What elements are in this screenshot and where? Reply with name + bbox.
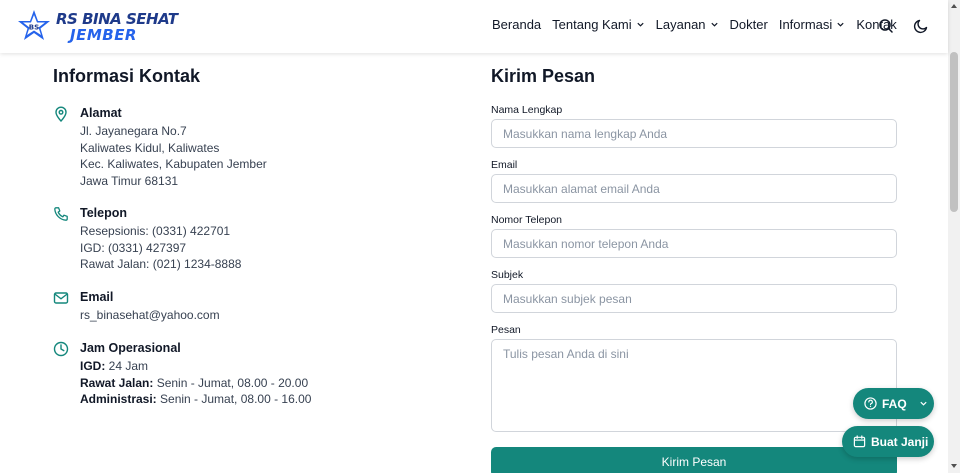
contact-info-title: Informasi Kontak	[53, 66, 201, 86]
email-field-label: Email	[491, 159, 518, 171]
chevron-down-icon	[710, 22, 718, 27]
mail-icon	[53, 292, 69, 304]
chevron-down-icon	[837, 22, 844, 27]
phone-label: Telepon	[80, 206, 127, 220]
page-scrollbar[interactable]	[948, 0, 960, 473]
hours-label: Jam Operasional	[80, 341, 181, 355]
address-line: Jawa Timur 68131	[80, 173, 179, 188]
name-input[interactable]	[491, 119, 897, 148]
search-icon[interactable]	[878, 18, 894, 34]
phone-input[interactable]	[491, 229, 897, 258]
hours-row: Administrasi: Senin - Jumat, 08.00 - 16.…	[80, 392, 312, 406]
clock-icon	[53, 341, 69, 357]
nav-dokter[interactable]: Dokter	[730, 17, 768, 32]
phone-line[interactable]: Resepsionis: (0331) 422701	[80, 223, 241, 240]
phone-icon	[54, 207, 68, 221]
site-logo[interactable]: BS RS BINA SEHAT JEMBER	[16, 9, 178, 45]
address-line: Jl. Jayanegara No.7	[80, 124, 187, 138]
hours-lines: IGD: 24 Jam Rawat Jalan: Senin - Jumat, …	[80, 358, 311, 408]
nav-beranda[interactable]: Beranda	[492, 17, 541, 32]
scroll-up-arrow-icon[interactable]	[950, 2, 958, 10]
calendar-icon	[853, 435, 866, 448]
message-textarea[interactable]	[491, 339, 897, 432]
chevron-down-icon	[920, 401, 927, 406]
hours-row: IGD: 24 Jam	[80, 359, 149, 373]
logo-subtitle: JEMBER	[70, 25, 137, 44]
moon-icon[interactable]	[913, 18, 929, 34]
faq-button[interactable]: FAQ	[853, 388, 934, 419]
address-line: Kec. Kaliwates, Kabupaten Jember	[80, 157, 267, 171]
address-label: Alamat	[80, 106, 122, 120]
scroll-thumb[interactable]	[950, 52, 958, 212]
subject-label: Subjek	[491, 269, 524, 281]
message-label: Pesan	[491, 324, 521, 336]
appointment-label: Buat Janji	[871, 434, 929, 449]
nav-layanan[interactable]: Layanan	[656, 17, 719, 32]
logo-title: RS BINA SEHAT	[56, 9, 178, 28]
phone-lines: Resepsionis: (0331) 422701 IGD: (0331) 4…	[80, 223, 241, 273]
email-input[interactable]	[491, 174, 897, 203]
phone-line[interactable]: IGD: (0331) 427397	[80, 240, 241, 257]
address-line: Kaliwates Kidul, Kaliwates	[80, 140, 220, 155]
appointment-button[interactable]: Buat Janji	[842, 426, 934, 457]
nav-informasi[interactable]: Informasi	[779, 17, 845, 32]
star-logo-icon: BS	[18, 10, 50, 40]
subject-input[interactable]	[491, 284, 897, 313]
phone-field-label: Nomor Telepon	[491, 214, 563, 226]
chevron-down-icon	[637, 22, 644, 27]
faq-label: FAQ	[882, 396, 907, 411]
main-nav: Beranda Tentang Kami Layanan Dokter Info…	[492, 17, 908, 32]
question-circle-icon	[864, 397, 877, 410]
send-message-button[interactable]: Kirim Pesan	[491, 447, 897, 473]
message-form-title: Kirim Pesan	[491, 66, 596, 86]
scroll-down-arrow-icon[interactable]	[950, 462, 958, 470]
hours-row: Rawat Jalan: Senin - Jumat, 08.00 - 20.0…	[80, 375, 309, 390]
phone-line[interactable]: Rawat Jalan: (021) 1234-8888	[80, 256, 241, 273]
name-label: Nama Lengkap	[491, 104, 563, 116]
email-label: Email	[80, 290, 114, 304]
logo-badge: BS	[29, 24, 39, 32]
site-header: BS RS BINA SEHAT JEMBER Beranda Tentang …	[0, 0, 948, 53]
nav-tentang-kami[interactable]: Tentang Kami	[552, 17, 645, 32]
address-lines: Jl. Jayanegara No.7 Kaliwates Kidul, Kal…	[80, 123, 267, 189]
email-value[interactable]: rs_binasehat@yahoo.com	[80, 307, 220, 324]
map-pin-icon	[55, 106, 67, 122]
